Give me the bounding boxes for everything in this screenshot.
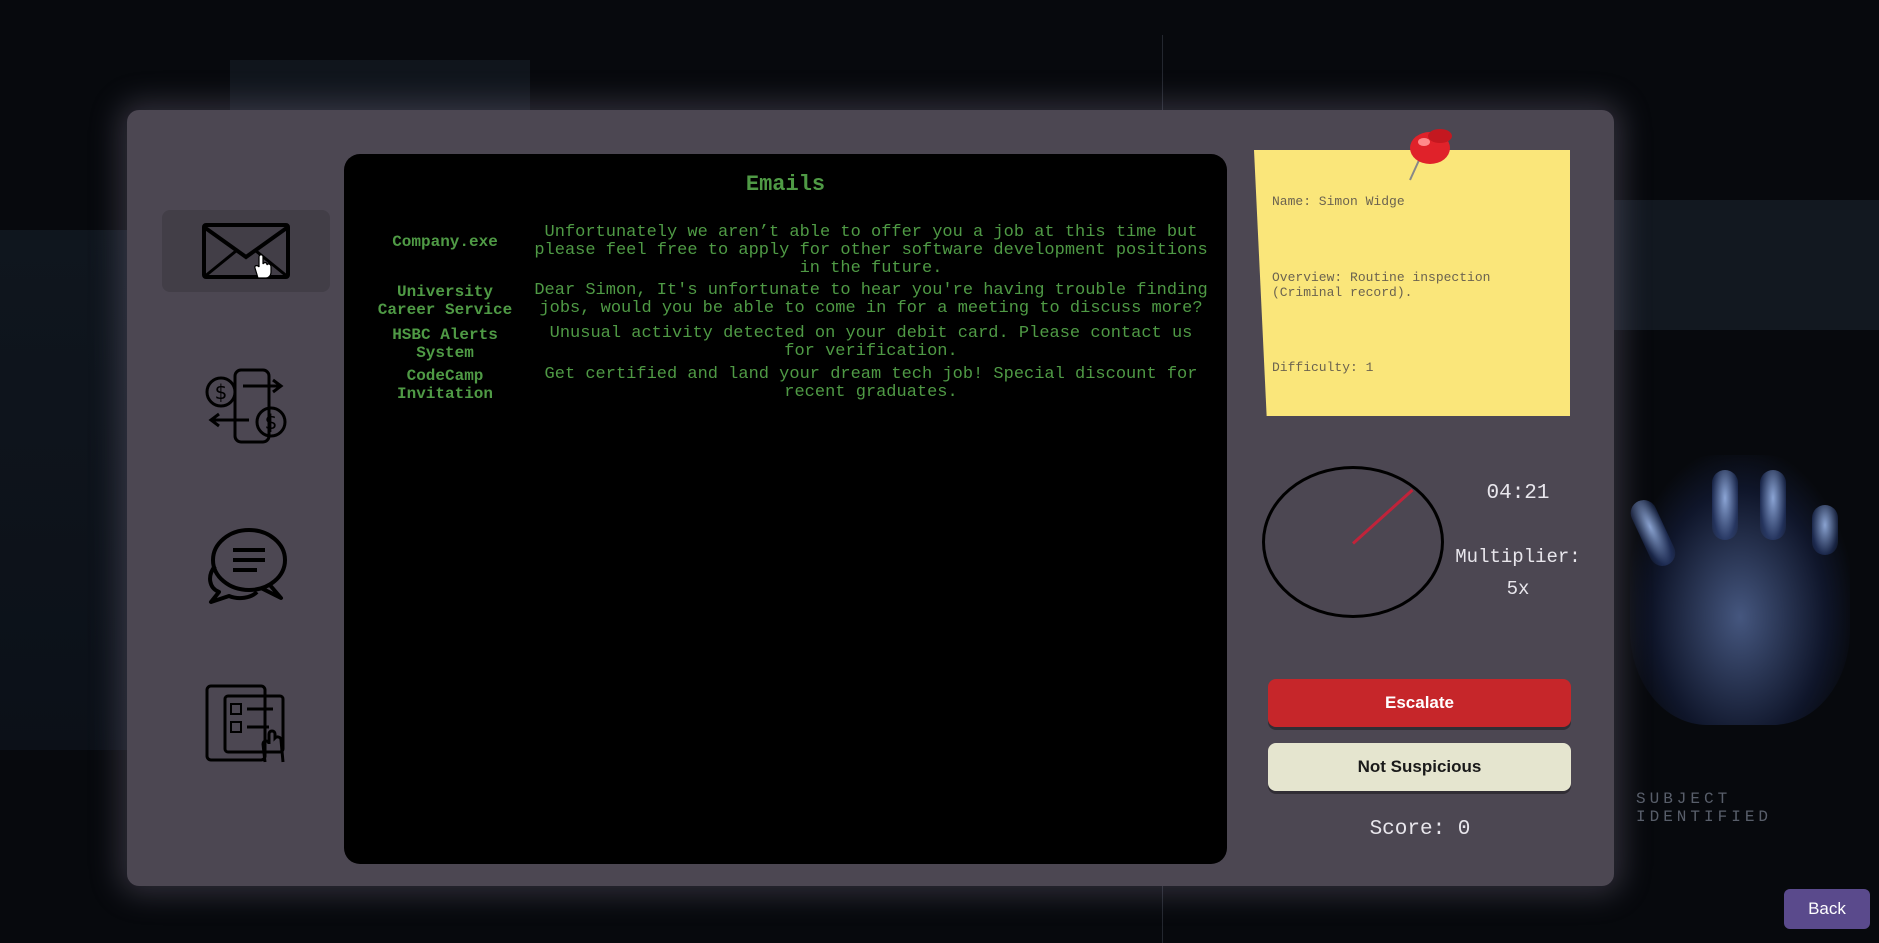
subject-identified-text: SUBJECT IDENTIFIED [1636,790,1773,826]
hand-cursor-icon [254,254,272,279]
score-readout: Score: 0 [1369,818,1471,841]
email-screen: Emails Company.exe Unfortunately we aren… [344,154,1227,864]
sidebar-item-messages[interactable] [162,524,330,606]
background-hud-right [1610,200,1879,330]
email-body: Unusual activity detected on your debit … [549,324,1193,361]
clock-hand [1351,488,1414,545]
background-finger [1760,470,1786,540]
sidebar-item-emails[interactable] [162,210,330,292]
background-handprint [1630,455,1850,725]
pushpin-icon [1409,129,1452,181]
email-sender: Company.exe [392,233,498,251]
background-finger [1712,470,1738,540]
case-sticky-note: Name: Simon Widge Overview: Routine insp… [1254,150,1570,416]
email-row[interactable]: University Career Service Dear Simon, It… [366,281,1210,320]
timer-readout: 04:21 [1486,482,1550,505]
suspect-name: Name: Simon Widge [1272,194,1405,209]
case-difficulty: Difficulty: 1 [1272,360,1374,375]
checklist-tablet-icon [205,684,285,763]
svg-text:$: $ [215,380,228,404]
email-body: Dear Simon, It's unfortunate to hear you… [534,281,1208,318]
email-list: Company.exe Unfortunately we aren’t able… [366,224,1210,407]
background-finger [1812,505,1838,555]
multiplier-label: Multiplier: [1455,546,1581,568]
countdown-clock [1262,466,1444,618]
chat-bubbles-icon [208,528,287,604]
email-body: Unfortunately we aren’t able to offer yo… [534,223,1208,278]
email-row[interactable]: HSBC Alerts System Unusual activity dete… [366,324,1210,363]
svg-text:$: $ [265,410,278,434]
envelope-icon [202,223,290,279]
screen-title: Emails [745,172,826,197]
email-row[interactable]: CodeCamp Invitation Get certified and la… [366,365,1210,404]
background-hud-left [0,230,130,750]
multiplier-value: 5x [1506,578,1530,600]
case-overview: Overview: Routine inspection (Criminal r… [1272,270,1491,300]
email-sender: HSBC Alerts System [392,326,498,362]
back-button[interactable]: Back [1784,889,1870,929]
escalate-button[interactable]: Escalate [1268,679,1571,727]
email-sender: CodeCamp Invitation [396,367,493,403]
sidebar-item-checklist[interactable] [162,682,330,764]
email-sender: University Career Service [377,283,513,319]
sidebar-item-transactions[interactable]: $ $ [162,365,330,447]
email-body: Get certified and land your dream tech j… [544,365,1198,402]
not-suspicious-button[interactable]: Not Suspicious [1268,743,1571,791]
money-transfer-icon: $ $ [205,368,287,444]
email-row[interactable]: Company.exe Unfortunately we aren’t able… [366,224,1210,278]
